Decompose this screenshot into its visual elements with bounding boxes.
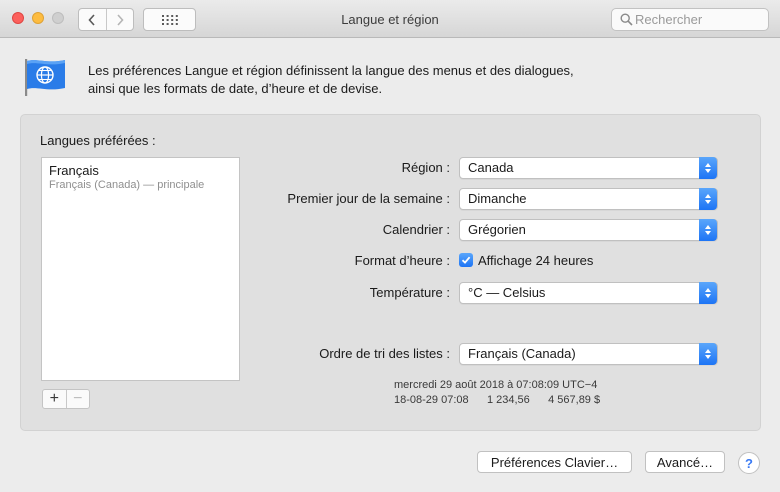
region-label: Région : bbox=[401, 160, 450, 175]
temperature-value: °C — Celsius bbox=[468, 285, 546, 300]
region-popup[interactable]: Canada bbox=[459, 157, 718, 179]
intro-description: Les préférences Langue et région définis… bbox=[88, 62, 728, 98]
system-preferences-window: Langue et région Rechercher Les préféren… bbox=[0, 0, 780, 492]
intro-line-1: Les préférences Langue et région définis… bbox=[88, 63, 574, 78]
list-item-language-name[interactable]: Français bbox=[49, 163, 99, 178]
popup-arrows-icon bbox=[699, 343, 717, 365]
language-region-flag-icon bbox=[25, 59, 65, 96]
temperature-label: Température : bbox=[369, 285, 450, 300]
popup-arrows-icon bbox=[699, 157, 717, 179]
list-item-language-detail: Français (Canada) — principale bbox=[49, 179, 205, 191]
format-sample-numbers: 18-08-29 07:08 1 234,56 4 567,89 $ bbox=[394, 394, 601, 406]
sort-order-popup[interactable]: Français (Canada) bbox=[459, 343, 718, 365]
preferred-languages-list[interactable]: Français Français (Canada) — principale bbox=[41, 157, 240, 381]
format-sample-date: mercredi 29 août 2018 à 07:08:09 UTC−4 bbox=[394, 379, 598, 391]
time-format-label: Format d’heure : bbox=[354, 253, 450, 268]
popup-arrows-icon bbox=[699, 219, 717, 241]
calendar-value: Grégorien bbox=[468, 222, 526, 237]
popup-arrows-icon bbox=[699, 282, 717, 304]
checkmark-icon bbox=[461, 256, 471, 264]
search-field[interactable]: Rechercher bbox=[611, 8, 769, 31]
preferred-languages-label: Langues préférées : bbox=[40, 133, 156, 148]
search-placeholder: Rechercher bbox=[635, 12, 703, 27]
intro-line-2: ainsi que les formats de date, d’heure e… bbox=[88, 81, 383, 96]
title-bar: Langue et région Rechercher bbox=[0, 0, 780, 38]
advanced-button[interactable]: Avancé… bbox=[645, 451, 725, 473]
add-remove-buttons: + − bbox=[42, 389, 90, 409]
first-day-value: Dimanche bbox=[468, 191, 527, 206]
popup-arrows-icon bbox=[699, 188, 717, 210]
help-button[interactable]: ? bbox=[738, 452, 760, 474]
first-day-popup[interactable]: Dimanche bbox=[459, 188, 718, 210]
region-value: Canada bbox=[468, 160, 514, 175]
calendar-label: Calendrier : bbox=[382, 222, 450, 237]
24-hour-checkbox-label[interactable]: Affichage 24 heures bbox=[478, 253, 593, 268]
calendar-popup[interactable]: Grégorien bbox=[459, 219, 718, 241]
sort-order-label: Ordre de tri des listes : bbox=[319, 346, 450, 361]
remove-language-button[interactable]: − bbox=[67, 390, 90, 408]
search-icon bbox=[620, 13, 633, 26]
first-day-label: Premier jour de la semaine : bbox=[287, 191, 450, 206]
add-language-button[interactable]: + bbox=[43, 390, 67, 408]
temperature-popup[interactable]: °C — Celsius bbox=[459, 282, 718, 304]
sort-order-value: Français (Canada) bbox=[468, 346, 576, 361]
keyboard-preferences-button[interactable]: Préférences Clavier… bbox=[477, 451, 632, 473]
24-hour-checkbox[interactable] bbox=[459, 253, 473, 267]
